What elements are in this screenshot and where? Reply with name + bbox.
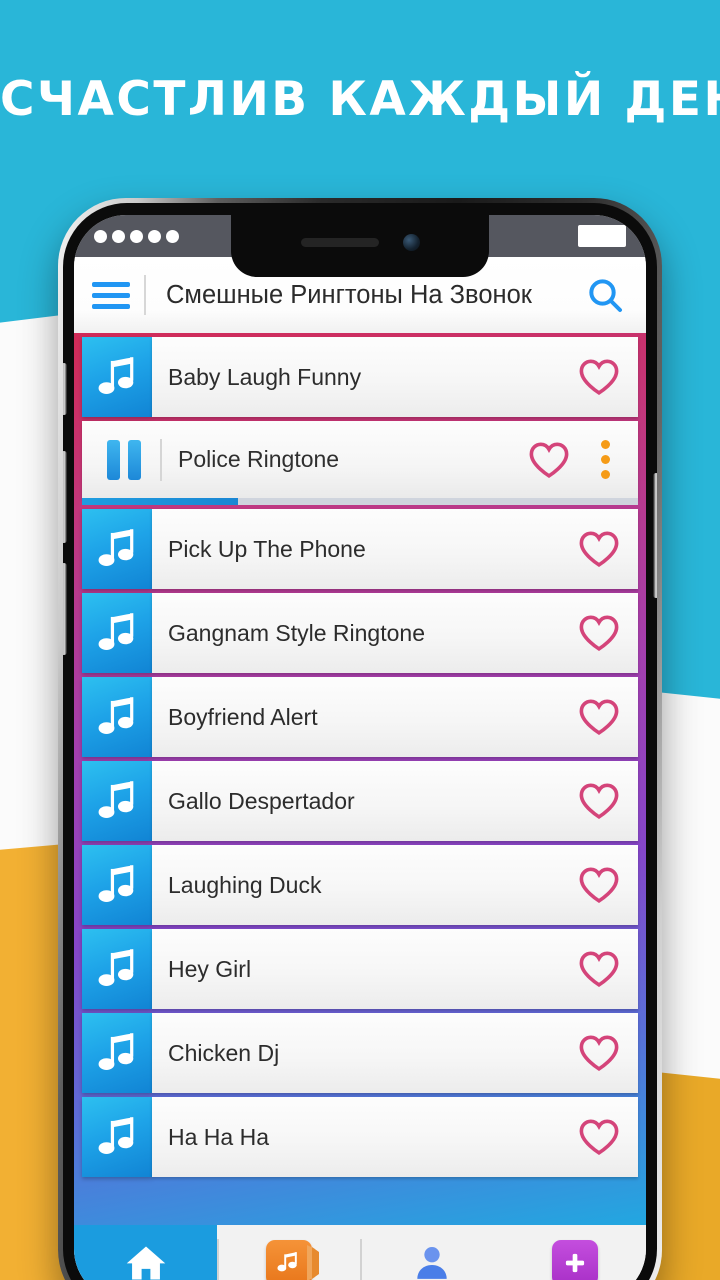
list-item-body[interactable]: Boyfriend Alert — [152, 677, 638, 757]
list-item[interactable]: Chicken Dj — [82, 1013, 638, 1093]
phone-power-button[interactable] — [653, 473, 657, 598]
hamburger-icon[interactable] — [92, 281, 130, 309]
phone-notch — [231, 215, 489, 277]
nav-tab-profile[interactable] — [360, 1225, 503, 1280]
page-title: Смешные Рингтоны На Звонок — [166, 280, 532, 309]
favorite-heart-icon[interactable] — [578, 698, 620, 736]
list-item-body[interactable]: Police Ringtone — [82, 421, 638, 498]
list-item[interactable]: Laughing Duck — [82, 845, 638, 925]
favorite-heart-icon[interactable] — [578, 530, 620, 568]
favorite-heart-icon[interactable] — [578, 614, 620, 652]
favorite-heart-icon[interactable] — [578, 782, 620, 820]
ringtone-title: Ha Ha Ha — [168, 1123, 269, 1150]
list-item-playing[interactable]: Police Ringtone — [82, 421, 638, 505]
bottom-navigation — [74, 1225, 646, 1280]
list-item[interactable]: Pick Up The Phone — [82, 509, 638, 589]
ringtone-title: Police Ringtone — [178, 446, 340, 472]
app-bar-divider — [144, 275, 146, 315]
nav-tab-ringtones[interactable] — [217, 1225, 360, 1280]
music-stack-icon — [265, 1240, 319, 1280]
music-note-icon[interactable] — [82, 845, 152, 925]
music-note-icon[interactable] — [82, 761, 152, 841]
music-note-icon[interactable] — [82, 509, 152, 589]
nav-divider — [360, 1239, 362, 1280]
list-item-body[interactable]: Laughing Duck — [152, 845, 638, 925]
list-item[interactable]: Gallo Despertador — [82, 761, 638, 841]
home-icon — [126, 1246, 165, 1280]
list-item[interactable]: Baby Laugh Funny — [82, 337, 638, 417]
music-note-icon[interactable] — [82, 1013, 152, 1093]
phone-mute-switch[interactable] — [63, 363, 67, 415]
music-note-icon[interactable] — [82, 1097, 152, 1177]
phone-mockup: Смешные Рингтоны На Звонок Baby Laugh Fu… — [58, 198, 662, 1280]
favorite-heart-icon[interactable] — [578, 950, 620, 988]
status-bar-dots — [94, 229, 179, 243]
battery-icon — [578, 225, 626, 247]
favorite-heart-icon[interactable] — [528, 441, 570, 479]
ringtone-title: Boyfriend Alert — [168, 703, 318, 730]
music-note-icon[interactable] — [82, 677, 152, 757]
music-note-icon[interactable] — [82, 929, 152, 1009]
ringtone-title: Chicken Dj — [168, 1039, 280, 1066]
pause-icon[interactable] — [96, 439, 152, 480]
search-icon[interactable] — [582, 272, 628, 318]
favorite-heart-icon[interactable] — [578, 358, 620, 396]
ringtone-list[interactable]: Baby Laugh Funny Police Ringtone Pick Up… — [74, 333, 646, 1225]
playing-row-divider — [160, 438, 162, 481]
list-item[interactable]: Ha Ha Ha — [82, 1097, 638, 1177]
front-camera-icon — [402, 233, 420, 251]
list-item-body[interactable]: Baby Laugh Funny — [152, 337, 638, 417]
phone-volume-up-button[interactable] — [63, 451, 67, 543]
nav-tab-add[interactable] — [503, 1225, 646, 1280]
list-item[interactable]: Gangnam Style Ringtone — [82, 593, 638, 673]
ringtone-title: Hey Girl — [168, 955, 252, 982]
list-item-body[interactable]: Pick Up The Phone — [152, 509, 638, 589]
list-item[interactable]: Hey Girl — [82, 929, 638, 1009]
list-item-body[interactable]: Hey Girl — [152, 929, 638, 1009]
nav-tab-home[interactable] — [74, 1225, 217, 1280]
music-note-icon[interactable] — [82, 337, 152, 417]
list-item-body[interactable]: Ha Ha Ha — [152, 1097, 638, 1177]
promo-stage: СЧАСТЛИВ КАЖДЫЙ ДЕНЬ Смешные Рингтоны На… — [0, 0, 720, 1280]
favorite-heart-icon[interactable] — [578, 866, 620, 904]
list-item-body[interactable]: Gangnam Style Ringtone — [152, 593, 638, 673]
ringtone-title: Pick Up The Phone — [168, 535, 366, 562]
favorite-heart-icon[interactable] — [578, 1118, 620, 1156]
ringtone-title: Gallo Despertador — [168, 787, 355, 814]
plus-square-icon — [551, 1240, 598, 1280]
nav-divider — [217, 1239, 219, 1280]
ringtone-title: Gangnam Style Ringtone — [168, 619, 425, 646]
phone-bezel: Смешные Рингтоны На Звонок Baby Laugh Fu… — [63, 203, 657, 1280]
kebab-menu-icon[interactable] — [588, 440, 622, 479]
list-item-body[interactable]: Gallo Despertador — [152, 761, 638, 841]
ringtone-title: Baby Laugh Funny — [168, 363, 362, 390]
favorite-heart-icon[interactable] — [578, 1034, 620, 1072]
playback-progress-bar[interactable] — [82, 498, 638, 505]
ringtone-title: Laughing Duck — [168, 871, 322, 898]
music-note-icon[interactable] — [82, 593, 152, 673]
list-item-body[interactable]: Chicken Dj — [152, 1013, 638, 1093]
phone-screen: Смешные Рингтоны На Звонок Baby Laugh Fu… — [74, 215, 646, 1280]
person-icon — [416, 1247, 447, 1279]
phone-volume-down-button[interactable] — [63, 563, 67, 655]
list-item[interactable]: Boyfriend Alert — [82, 677, 638, 757]
promo-headline: СЧАСТЛИВ КАЖДЫЙ ДЕНЬ — [0, 72, 720, 127]
earpiece-speaker — [300, 237, 379, 247]
